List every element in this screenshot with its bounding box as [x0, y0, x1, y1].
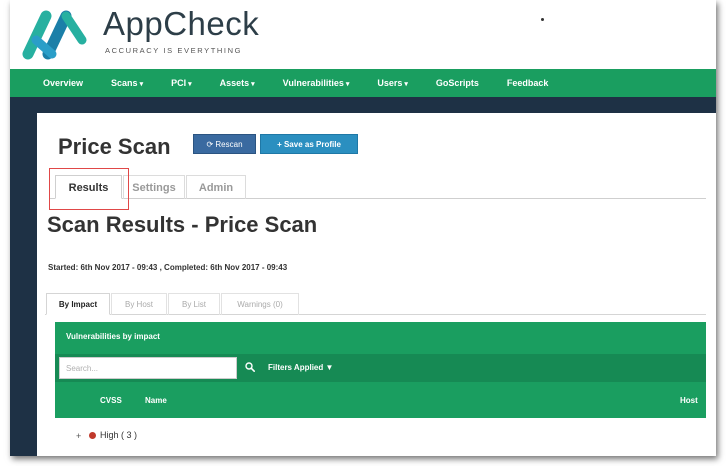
brand-name: AppCheck: [103, 5, 260, 42]
search-input[interactable]: [59, 357, 237, 379]
page-title: Price Scan: [58, 134, 171, 159]
severity-high-icon: [89, 432, 96, 439]
annotation-highlight-box: [49, 168, 129, 210]
subtab-by-impact[interactable]: By Impact: [46, 293, 110, 315]
table-row[interactable]: [55, 418, 706, 456]
chevron-down-icon: ▾: [139, 81, 144, 88]
nav-goscripts[interactable]: GoScripts: [422, 69, 493, 97]
chevron-down-icon: ▾: [404, 81, 408, 88]
save-as-profile-button[interactable]: + Save as Profile: [260, 134, 358, 154]
nav-pci[interactable]: PCI ▾: [157, 69, 206, 97]
filters-applied-dropdown[interactable]: Filters Applied ▼: [268, 363, 333, 372]
subtab-by-host[interactable]: By Host: [111, 293, 167, 315]
main-nav: Overview Scans ▾ PCI ▾ Assets ▾ Vulnerabili…: [10, 69, 716, 97]
vulnerabilities-header-title: Vulnerabilities by impact: [66, 332, 160, 341]
dark-top-band: [10, 97, 716, 113]
scan-timestamps: Started: 6th Nov 2017 - 09:43 , Complete…: [48, 263, 288, 272]
nav-overview[interactable]: Overview: [10, 69, 97, 97]
subtab-by-list[interactable]: By List: [168, 293, 220, 315]
nav-assets[interactable]: Assets ▾: [206, 69, 269, 97]
column-header-host[interactable]: Host: [680, 396, 698, 405]
decorative-dot: [541, 18, 544, 21]
column-header-cvss[interactable]: CVSS: [100, 396, 122, 405]
results-title: Scan Results - Price Scan: [47, 212, 318, 237]
tab-admin[interactable]: Admin: [186, 175, 246, 199]
nav-scans[interactable]: Scans ▾: [97, 69, 157, 97]
nav-users[interactable]: Users ▾: [363, 69, 422, 97]
chevron-down-icon: ▾: [345, 81, 350, 88]
brand-tagline: ACCURACY IS EVERYTHING: [105, 46, 243, 55]
appcheck-logo-icon: [22, 10, 87, 60]
expand-icon[interactable]: +: [76, 431, 81, 441]
header: AppCheck ACCURACY IS EVERYTHING: [10, 0, 716, 68]
dark-side-band: [10, 97, 37, 456]
severity-group-label: High ( 3 ): [100, 430, 138, 440]
search-icon[interactable]: [245, 362, 255, 372]
nav-vulnerabilities[interactable]: Vulnerabilities ▾: [269, 69, 364, 97]
column-header-name[interactable]: Name: [145, 396, 167, 405]
rescan-button[interactable]: ⟳ Rescan: [193, 134, 256, 154]
subtab-warnings[interactable]: Warnings (0): [221, 293, 299, 315]
tab-settings[interactable]: Settings: [123, 175, 185, 199]
chevron-down-icon: ▾: [251, 81, 255, 88]
chevron-down-icon: ▾: [188, 81, 192, 88]
nav-feedback[interactable]: Feedback: [493, 69, 563, 97]
